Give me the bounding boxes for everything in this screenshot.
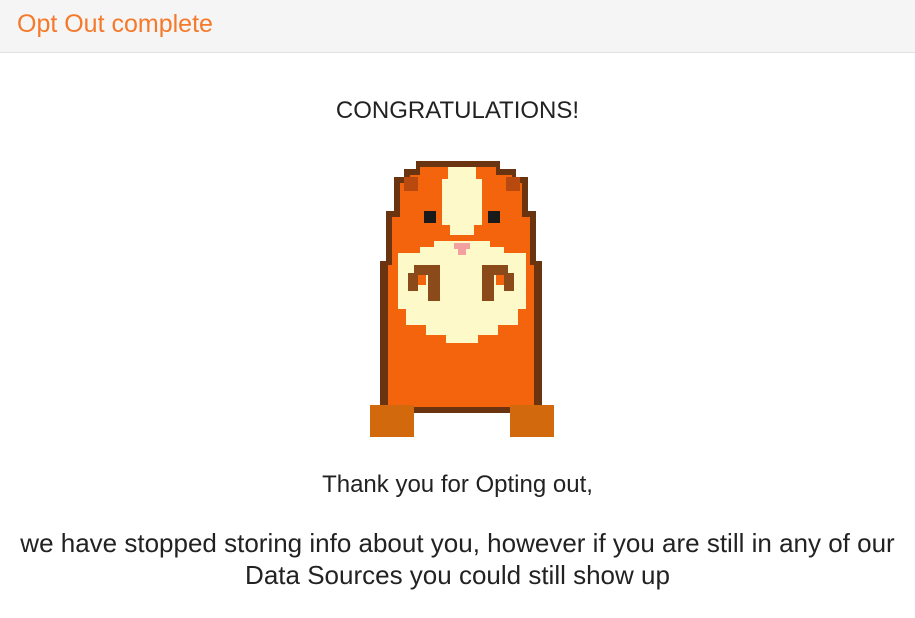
main-content: CONGRATULATIONS! Thank you for Opting ou — [0, 53, 915, 618]
thank-you-text: Thank you for Opting out, — [322, 471, 593, 498]
congratulations-heading: CONGRATULATIONS! — [335, 97, 580, 124]
top-bar: Opt Out complete — [0, 0, 915, 53]
page-title: Opt Out complete — [17, 10, 213, 38]
guinea-pig-icon — [370, 161, 554, 437]
opt-out-detail-text: we have stopped storing info about you, … — [20, 528, 895, 590]
